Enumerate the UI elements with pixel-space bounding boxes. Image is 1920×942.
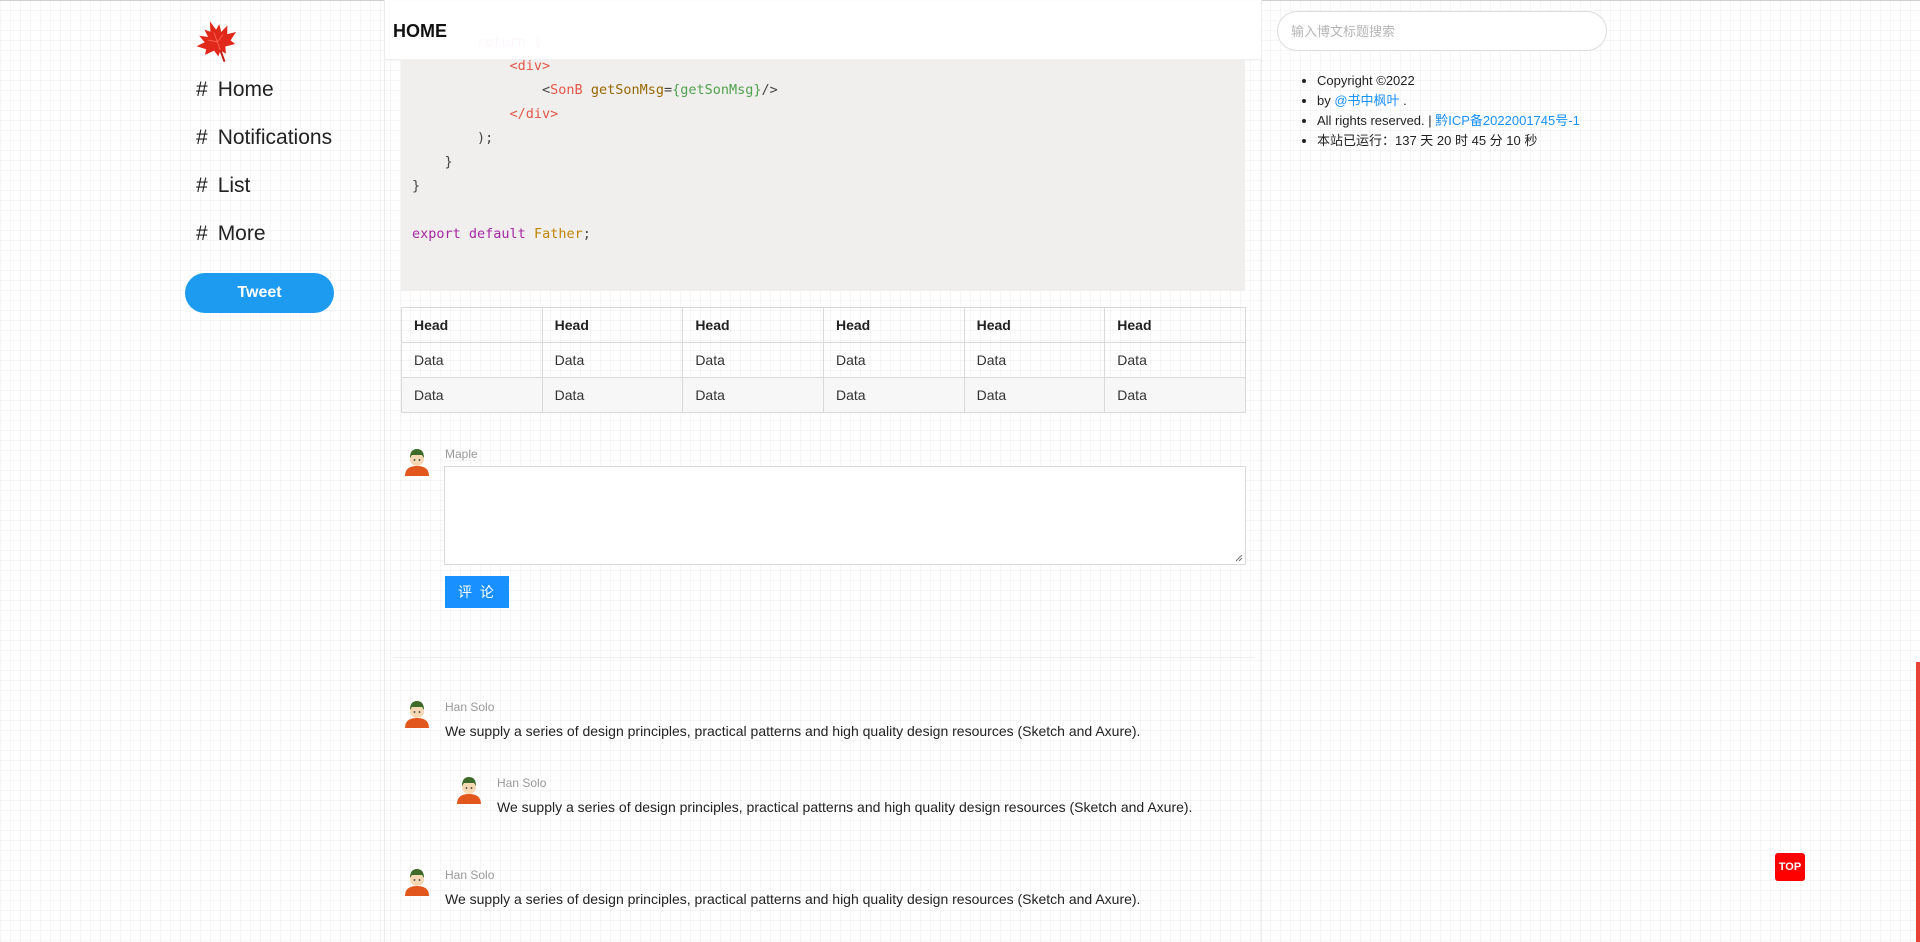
code-line: );	[412, 130, 494, 146]
nav-item-home[interactable]: # Home	[196, 78, 274, 102]
nav-item-more[interactable]: # More	[196, 222, 266, 246]
back-to-top-button[interactable]: TOP	[1775, 853, 1805, 881]
rights-text: All rights reserved. |	[1317, 113, 1436, 128]
tweet-button[interactable]: Tweet	[185, 273, 334, 313]
table-cell: Data	[541, 342, 684, 378]
table-cell: Data	[682, 377, 824, 413]
hash-icon: #	[196, 222, 208, 245]
uptime-text: 本站已运行：137 天 20 时 45 分 10 秒	[1317, 131, 1580, 151]
nav-item-list[interactable]: # List	[196, 174, 250, 198]
table-cell: Data	[682, 342, 824, 378]
avatar	[457, 777, 481, 804]
editor-author: Maple	[445, 447, 478, 461]
maple-leaf-icon[interactable]	[194, 18, 240, 64]
table-header-cell: Head	[963, 307, 1106, 343]
hash-icon: #	[196, 126, 208, 149]
page-title: HOME	[393, 21, 447, 41]
comment-author: Han Solo	[445, 868, 495, 882]
hash-icon: #	[196, 174, 208, 197]
table-header-cell: Head	[541, 307, 684, 343]
scrollbar-thumb[interactable]	[1916, 662, 1920, 942]
table-cell: Data	[1104, 377, 1246, 413]
table-row: Data Data Data Data Data Data	[401, 377, 1246, 413]
by-prefix: by	[1317, 93, 1335, 108]
avatar	[405, 449, 429, 476]
code-line: }	[412, 178, 421, 194]
table-cell: Data	[1104, 342, 1246, 378]
nav-item-label: Notifications	[217, 126, 333, 149]
nav-item-label: List	[217, 174, 251, 197]
avatar	[405, 701, 429, 728]
copyright-text: Copyright ©2022	[1317, 71, 1580, 91]
table-cell: Data	[822, 342, 965, 378]
author-link[interactable]: @书中枫叶	[1334, 93, 1399, 108]
main-header: HOME	[385, 0, 1261, 60]
submit-comment-button[interactable]: 评 论	[445, 576, 509, 608]
rights-line: All rights reserved. | 黔ICP备2022001745号-…	[1317, 111, 1580, 131]
resize-handle-icon[interactable]	[1235, 554, 1243, 562]
comment-text: We supply a series of design principles,…	[445, 723, 1141, 739]
table-cell: Data	[401, 377, 543, 413]
main-column: return ( <div> <SonB getSonMsg={getSonMs…	[384, 0, 1262, 942]
data-table: Head Head Head Head Head Head Data Data …	[401, 307, 1246, 413]
table-header-cell: Head	[822, 307, 965, 343]
table-header-cell: Head	[682, 307, 824, 343]
nav-item-label: More	[217, 222, 266, 245]
by-suffix: .	[1399, 93, 1407, 108]
author-line: by @书中枫叶 .	[1317, 91, 1580, 111]
left-sidebar: # Home # Notifications # List # More Tweet	[0, 0, 384, 942]
comment-text: We supply a series of design principles,…	[445, 891, 1141, 907]
table-row: Data Data Data Data Data Data	[401, 342, 1246, 378]
code-line: <SonB getSonMsg={getSonMsg}/>	[412, 82, 778, 98]
site-info-list: Copyright ©2022 by @书中枫叶 . All rights re…	[1317, 71, 1580, 151]
table-header-row: Head Head Head Head Head Head	[401, 307, 1246, 343]
avatar	[405, 869, 429, 896]
code-line: </div>	[509, 106, 559, 122]
table-cell: Data	[822, 377, 965, 413]
comment-author: Han Solo	[497, 776, 547, 790]
table-cell: Data	[963, 342, 1106, 378]
nav-item-label: Home	[217, 78, 274, 101]
nav-item-notifications[interactable]: # Notifications	[196, 126, 332, 150]
table-header-cell: Head	[1104, 307, 1246, 343]
table-cell: Data	[401, 342, 543, 378]
hash-icon: #	[196, 78, 208, 101]
comment-author: Han Solo	[445, 700, 495, 714]
icp-link[interactable]: 黔ICP备2022001745号-1	[1435, 113, 1580, 128]
code-line: export default Father;	[412, 226, 591, 242]
comment-textarea[interactable]	[444, 466, 1246, 565]
search-input[interactable]	[1277, 11, 1607, 51]
table-header-cell: Head	[401, 307, 543, 343]
comment-text: We supply a series of design principles,…	[497, 799, 1193, 815]
code-block: return ( <div> <SonB getSonMsg={getSonMs…	[401, 30, 1245, 291]
divider	[393, 657, 1255, 658]
table-cell: Data	[541, 377, 684, 413]
table-cell: Data	[963, 377, 1106, 413]
code-line: }	[412, 154, 453, 170]
